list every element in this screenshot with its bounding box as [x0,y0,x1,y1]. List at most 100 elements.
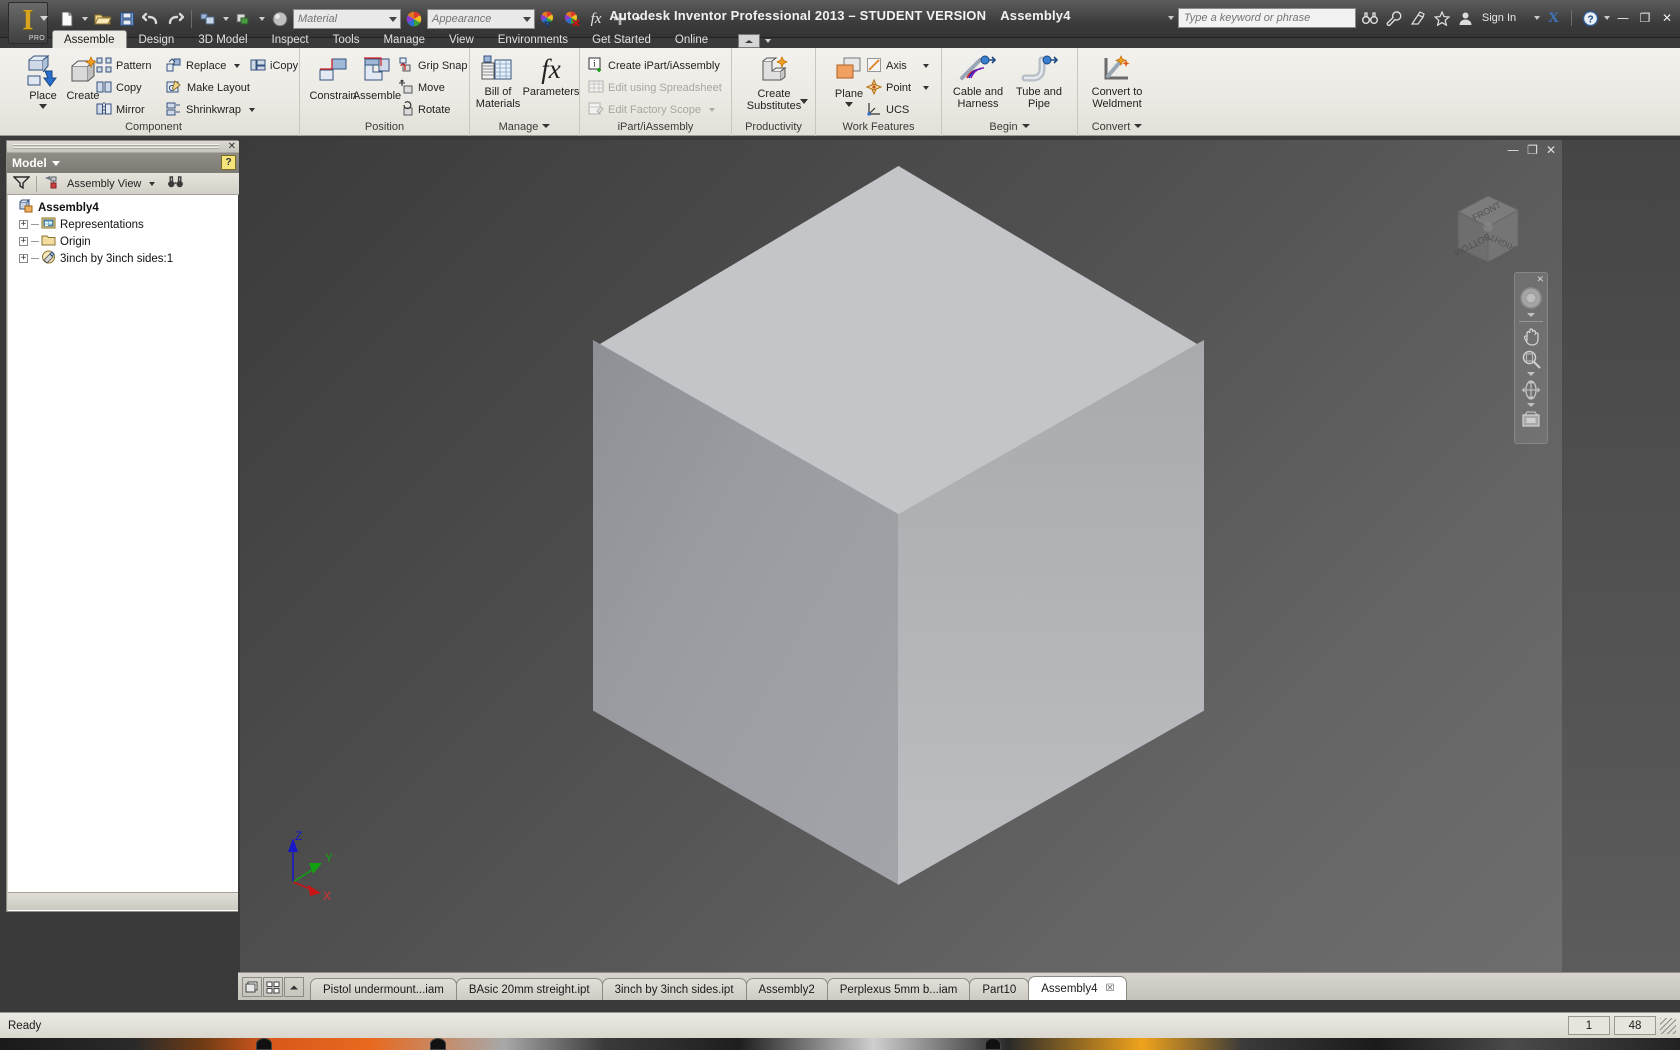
undo-button[interactable] [140,8,162,30]
browser-close-icon[interactable]: ✕ [228,141,236,153]
tree-expander-icon[interactable]: + [19,254,28,263]
viewport-minimize-button[interactable]: — [1507,143,1519,157]
open-file-button[interactable] [92,8,114,30]
view-cube[interactable]: FRONT BOTTOM RIGHT [1438,180,1534,276]
parameters-button[interactable]: fx Parameters [522,54,580,98]
panel-convert-caret-icon[interactable] [1134,124,1143,128]
axis-dropdown-icon[interactable] [922,64,929,68]
tab-environments[interactable]: Environments [486,30,580,49]
cable-and-harness-button[interactable]: Cable and Harness [946,54,1010,110]
edit-factory-scope-dropdown-icon[interactable] [708,108,715,112]
assembly-view-selector[interactable]: Assembly View [67,178,141,190]
doc-tab-perplexus-5mm[interactable]: Perplexus 5mm b...iam [826,978,971,1000]
satellite-icon[interactable] [1408,8,1428,28]
zoom-caret-icon[interactable] [1527,372,1535,376]
icopy-button[interactable]: iCopy [250,56,298,76]
create-substitutes-button[interactable]: Create Substitutes [740,56,808,112]
ucs-button[interactable]: UCS [866,100,909,120]
search-input[interactable] [1183,12,1355,24]
return-dropdown-icon[interactable] [259,17,265,21]
scroll-tabs-up-button[interactable] [284,977,304,997]
doc-tab-part10[interactable]: Part10 [969,978,1030,1000]
sign-in-caret-icon[interactable] [1534,16,1541,20]
3d-viewport[interactable]: Z Y X — ❐ ✕ FRONT BOTTOM RIGHT ✕ [240,140,1562,972]
create-substitutes-dropdown-icon[interactable] [800,99,808,104]
doc-tab-close-icon[interactable]: ☒ [1106,983,1115,994]
minimize-window-button[interactable]: — [1614,9,1632,27]
mirror-button[interactable]: Mirror [96,100,145,120]
tree-item-3inch-by-3inch-sides[interactable]: + 3inch by 3inch sides:1 [8,250,238,267]
cascade-windows-button[interactable] [242,977,262,997]
search-box[interactable] [1177,8,1356,28]
tab-inspect[interactable]: Inspect [260,30,321,49]
qat-overflow-caret-icon[interactable] [635,17,641,21]
browser-drag-grip[interactable]: ✕ [7,141,239,153]
viewport-restore-button[interactable]: ❐ [1527,143,1538,157]
edit-using-spreadsheet-button[interactable]: Edit using Spreadsheet [588,78,722,98]
edit-factory-scope-button[interactable]: Edit Factory Scope [588,100,715,120]
look-at-button[interactable] [1516,410,1546,428]
customize-qat-button[interactable] [609,8,631,30]
filter-funnel-icon[interactable] [12,175,31,193]
orbit-caret-icon[interactable] [1527,403,1535,407]
save-button[interactable] [116,8,138,30]
model-tree[interactable]: Assembly4 + Representations + Origin + 3… [8,195,238,911]
appearance-combobox[interactable]: Appearance [427,9,535,29]
binoculars-icon[interactable] [1360,8,1380,28]
doc-tab-3inch-by-3inch-sides[interactable]: 3inch by 3inch sides.ipt [601,978,747,1000]
tab-view[interactable]: View [437,30,486,49]
help-caret-icon[interactable] [1604,16,1610,20]
make-layout-button[interactable]: Make Layout [166,78,250,98]
panel-manage-caret-icon[interactable] [542,124,551,128]
title-flyout-icon[interactable] [1167,16,1174,20]
navbar-close-icon[interactable]: ✕ [1536,275,1544,284]
copy-button[interactable]: Copy [96,78,142,98]
grip-snap-button[interactable]: Grip Snap [398,56,468,76]
ribbon-display-caret-icon[interactable] [765,39,772,43]
steering-wheel-caret-icon[interactable] [1527,313,1535,317]
tab-manage[interactable]: Manage [371,30,437,49]
move-button[interactable]: Move [398,78,445,98]
return-button[interactable] [233,8,255,30]
browser-help-badge[interactable]: ? [221,155,236,170]
tab-tools[interactable]: Tools [321,30,372,49]
ribbon-minimize-icon[interactable] [738,34,761,48]
tree-item-origin[interactable]: + Origin [8,233,238,250]
new-file-dropdown-icon[interactable] [82,17,88,21]
maximize-window-button[interactable]: ❐ [1636,9,1654,27]
tile-windows-button[interactable] [263,977,283,997]
parameters-fx-button[interactable]: fx [585,8,607,30]
panel-begin-caret-icon[interactable] [1021,124,1030,128]
axis-button[interactable]: Axis [866,56,929,76]
redo-button[interactable] [164,8,186,30]
material-dropdown-icon[interactable] [389,17,397,22]
clear-appearance-button[interactable] [561,8,583,30]
application-menu-caret-icon[interactable] [40,16,48,21]
binoculars-find-icon[interactable] [167,175,184,192]
material-sphere-button[interactable] [269,8,291,30]
point-dropdown-icon[interactable] [923,86,930,90]
tab-get-started[interactable]: Get Started [580,30,663,49]
orbit-button[interactable] [1516,379,1546,409]
point-button[interactable]: Point [865,78,930,98]
replace-dropdown-icon[interactable] [234,64,241,68]
adjust-appearance-button[interactable] [537,8,559,30]
tree-item-representations[interactable]: + Representations [8,216,238,233]
shrinkwrap-dropdown-icon[interactable] [249,108,256,112]
exchange-app-icon[interactable]: X [1548,10,1559,27]
doc-tab-assembly2[interactable]: Assembly2 [745,978,828,1000]
create-ipart-button[interactable]: i Create iPart/iAssembly [588,56,720,76]
assembly-view-caret-icon[interactable] [149,181,156,186]
zoom-button[interactable] [1516,348,1546,378]
tree-expander-icon[interactable]: + [19,220,28,229]
new-file-button[interactable] [56,8,78,30]
doc-tab-pistol-undermount[interactable]: Pistol undermount...iam [310,978,457,1000]
steering-wheel-button[interactable] [1516,285,1546,319]
browser-title-caret-icon[interactable] [51,160,60,166]
viewport-close-button[interactable]: ✕ [1546,143,1556,157]
convert-to-weldment-button[interactable]: Convert to Weldment [1082,54,1152,110]
user-icon[interactable] [1456,8,1476,28]
rotate-button[interactable]: Rotate [398,100,450,120]
tab-assemble[interactable]: Assemble [52,30,127,49]
ribbon-display-options[interactable] [738,34,773,48]
